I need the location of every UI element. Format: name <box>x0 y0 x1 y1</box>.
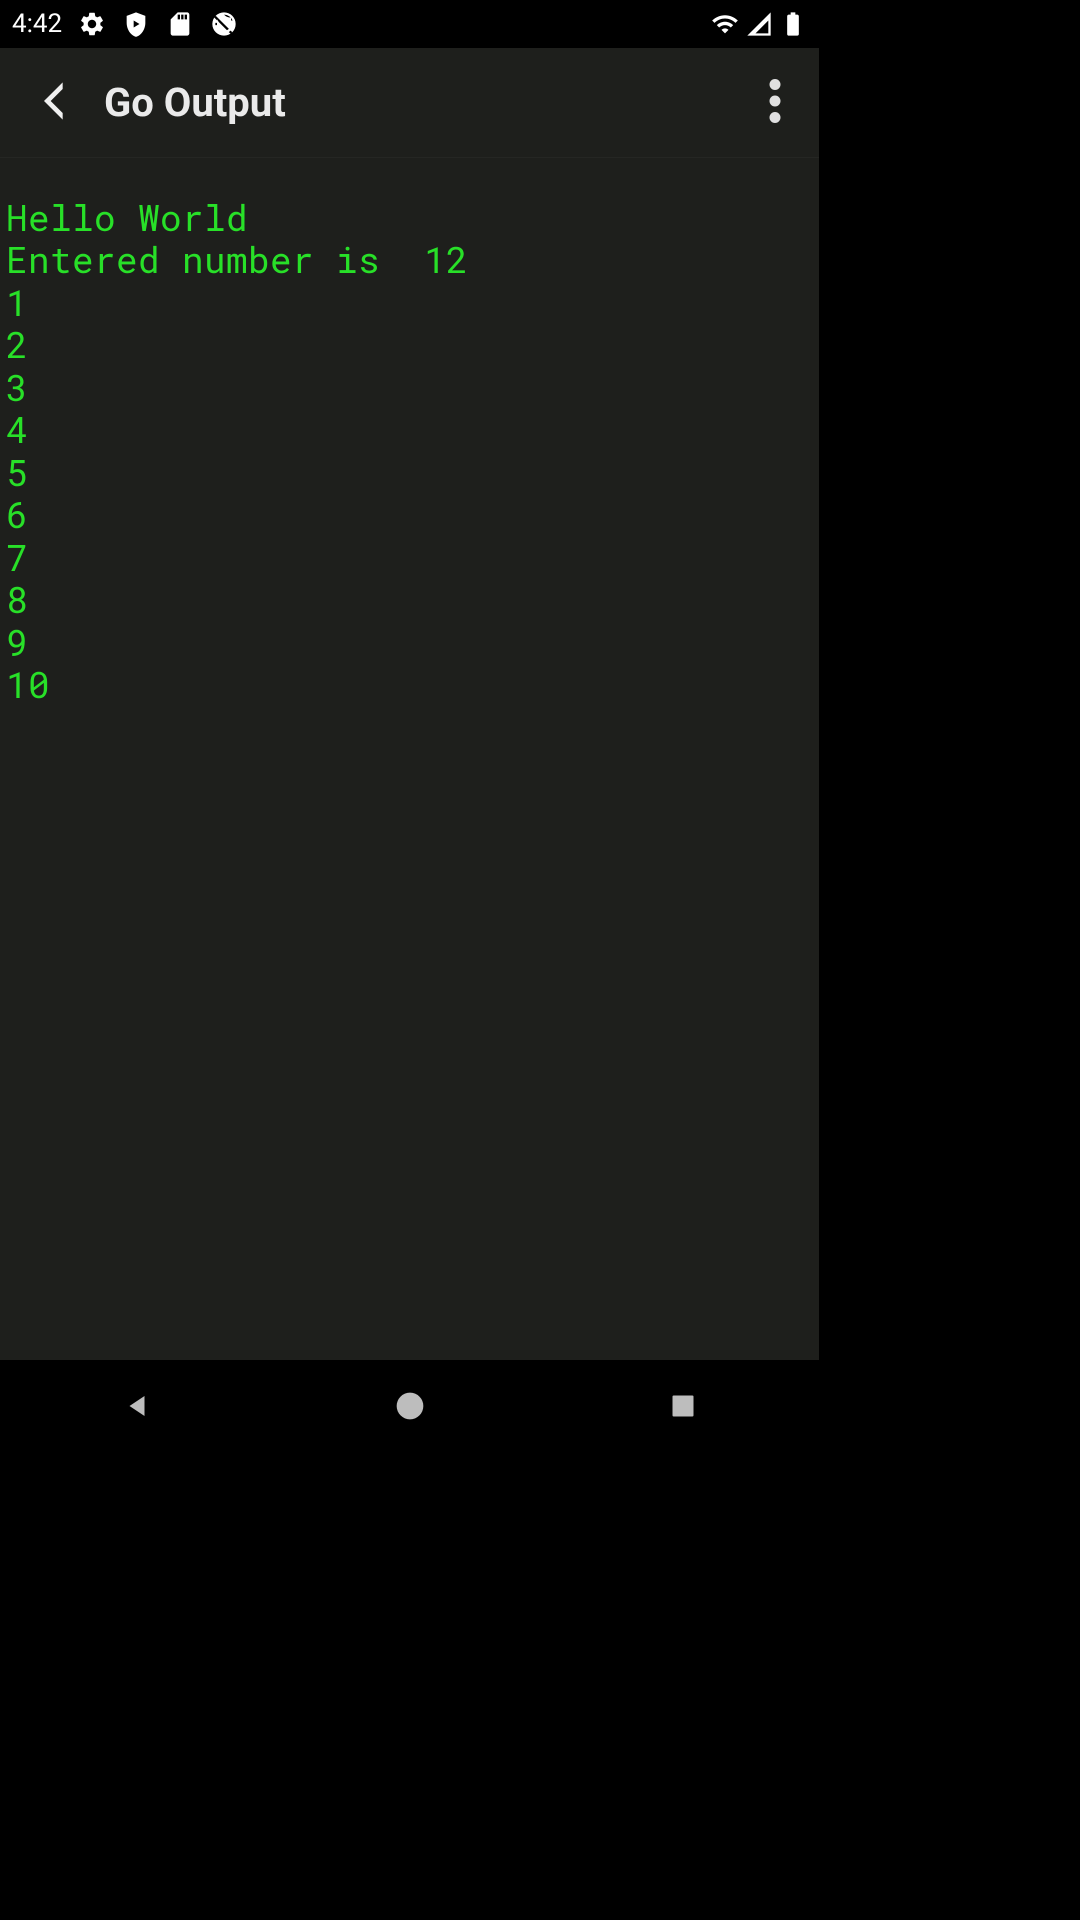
nav-home-button[interactable] <box>350 1378 470 1438</box>
no-sync-icon <box>210 10 238 38</box>
terminal-output[interactable]: Hello World Entered number is 12 1 2 3 4… <box>0 158 819 1360</box>
status-left: 4:42 <box>12 9 238 39</box>
navigation-bar <box>0 1360 819 1456</box>
app-bar: Go Output <box>0 48 819 158</box>
play-shield-icon <box>122 10 150 38</box>
status-bar: 4:42 <box>0 0 819 48</box>
more-vert-icon <box>769 79 781 127</box>
settings-icon <box>78 10 106 38</box>
more-options-button[interactable] <box>747 75 803 131</box>
status-right <box>711 10 807 38</box>
circle-icon <box>394 1390 426 1426</box>
square-icon <box>669 1392 697 1424</box>
status-time: 4:42 <box>12 9 62 39</box>
screen: 4:42 <box>0 0 819 1456</box>
app-title: Go Output <box>104 79 747 126</box>
wifi-icon <box>711 10 739 38</box>
chevron-left-icon <box>35 77 69 129</box>
triangle-left-icon <box>122 1389 152 1427</box>
nav-recent-button[interactable] <box>623 1378 743 1438</box>
signal-icon <box>745 10 773 38</box>
sd-card-icon <box>166 10 194 38</box>
battery-icon <box>779 10 807 38</box>
back-button[interactable] <box>16 67 88 139</box>
nav-back-button[interactable] <box>77 1378 197 1438</box>
